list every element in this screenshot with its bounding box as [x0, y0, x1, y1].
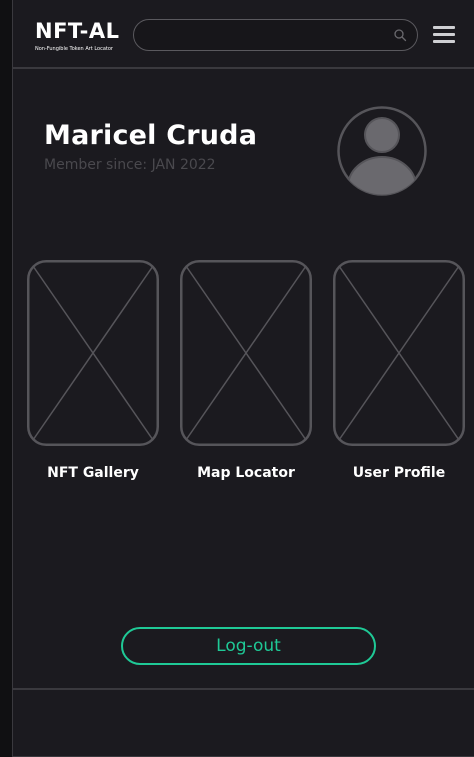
image-placeholder-icon — [27, 260, 159, 446]
member-since: Member since: JAN 2022 — [44, 157, 216, 173]
hamburger-menu-icon[interactable] — [433, 26, 455, 44]
search-icon[interactable] — [393, 28, 407, 42]
image-placeholder-icon — [180, 260, 312, 446]
tile-label-nft-gallery: NFT Gallery — [47, 465, 139, 481]
brand-title: NFT-AL — [35, 19, 120, 43]
tile-user-profile[interactable]: User Profile — [333, 260, 465, 481]
brand-logo[interactable]: NFT-AL Non-Fungible Token Art Locator — [35, 18, 120, 52]
tile-label-map-locator: Map Locator — [197, 465, 295, 481]
menu-line — [433, 26, 455, 29]
tile-label-user-profile: User Profile — [352, 465, 446, 481]
menu-line — [433, 40, 455, 43]
tile-map-locator[interactable]: Map Locator — [180, 260, 312, 481]
menu-line — [433, 33, 455, 36]
search-bar[interactable] — [133, 19, 418, 51]
tile-nft-gallery[interactable]: NFT Gallery — [27, 260, 159, 481]
brand-subtitle: Non-Fungible Token Art Locator — [35, 46, 113, 52]
image-placeholder-icon — [333, 260, 465, 446]
user-avatar-icon[interactable] — [336, 105, 428, 197]
app-header: NFT-AL Non-Fungible Token Art Locator — [13, 0, 474, 69]
app-footer — [13, 688, 474, 757]
logout-button[interactable]: Log-out — [121, 627, 376, 665]
user-name: Maricel Cruda — [44, 120, 258, 151]
app-frame: NFT-AL Non-Fungible Token Art Locator Ma… — [12, 0, 474, 757]
